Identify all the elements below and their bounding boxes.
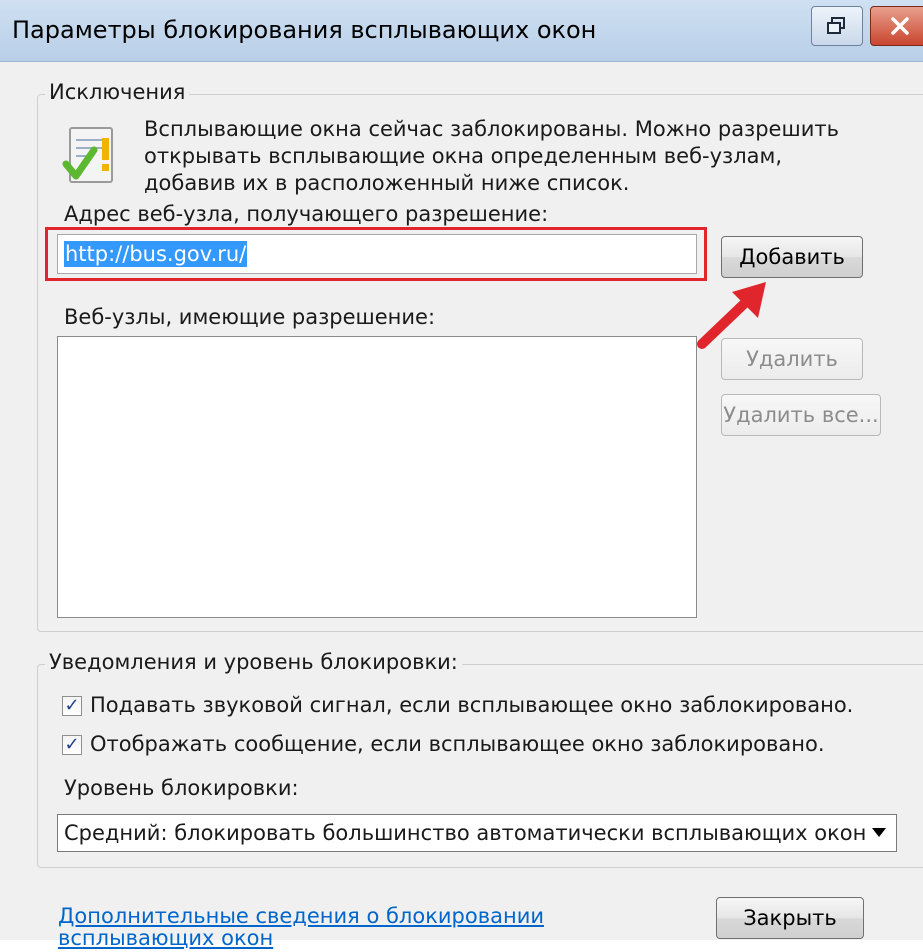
- close-window-button[interactable]: [870, 6, 923, 46]
- address-label: Адрес веб-узла, получающего разрешение:: [64, 202, 549, 226]
- play-sound-label: Подавать звуковой сигнал, если всплывающ…: [90, 693, 854, 717]
- address-value: http://bus.gov.ru/: [64, 241, 248, 267]
- allowed-sites-label: Веб-узлы, имеющие разрешение:: [64, 305, 436, 329]
- popup-blocker-settings-dialog: Параметры блокирования всплывающих окон …: [0, 0, 923, 950]
- allowed-sites-list[interactable]: [57, 336, 697, 618]
- restore-icon: [827, 17, 845, 34]
- website-address-input[interactable]: http://bus.gov.ru/: [57, 234, 697, 274]
- add-button[interactable]: Добавить: [721, 236, 863, 278]
- popup-info-icon: [62, 124, 118, 192]
- info-text-line-2: открывать всплывающие окна определенным …: [144, 144, 783, 168]
- show-bar-checkbox[interactable]: ✓: [62, 735, 82, 755]
- checkmark-icon: ✓: [64, 734, 80, 755]
- info-text-line-3: добавив их в расположенный ниже список.: [144, 171, 630, 195]
- window-title: Параметры блокирования всплывающих окон: [12, 16, 597, 44]
- remove-button[interactable]: Удалить: [721, 338, 863, 380]
- show-bar-label: Отображать сообщение, если всплывающее о…: [90, 732, 825, 756]
- close-button[interactable]: Закрыть: [716, 897, 864, 939]
- play-sound-checkbox[interactable]: ✓: [62, 696, 82, 716]
- notifications-legend: Уведомления и уровень блокировки:: [45, 650, 462, 674]
- blocking-level-label: Уровень блокировки:: [64, 776, 299, 800]
- exceptions-legend: Исключения: [45, 80, 190, 104]
- checkmark-icon: ✓: [64, 695, 80, 716]
- title-bar[interactable]: Параметры блокирования всплывающих окон: [0, 0, 923, 62]
- dropdown-arrow-icon: [872, 828, 886, 837]
- restore-button[interactable]: [811, 6, 863, 46]
- blocking-level-value: Средний: блокировать большинство автомат…: [64, 821, 867, 845]
- close-icon: [891, 17, 909, 35]
- info-text-line-1: Всплывающие окна сейчас заблокированы. М…: [144, 117, 839, 141]
- blocking-level-select[interactable]: Средний: блокировать большинство автомат…: [57, 814, 897, 852]
- remove-all-button[interactable]: Удалить все...: [721, 394, 881, 436]
- learn-more-link-line-2[interactable]: всплывающих окон: [58, 924, 273, 952]
